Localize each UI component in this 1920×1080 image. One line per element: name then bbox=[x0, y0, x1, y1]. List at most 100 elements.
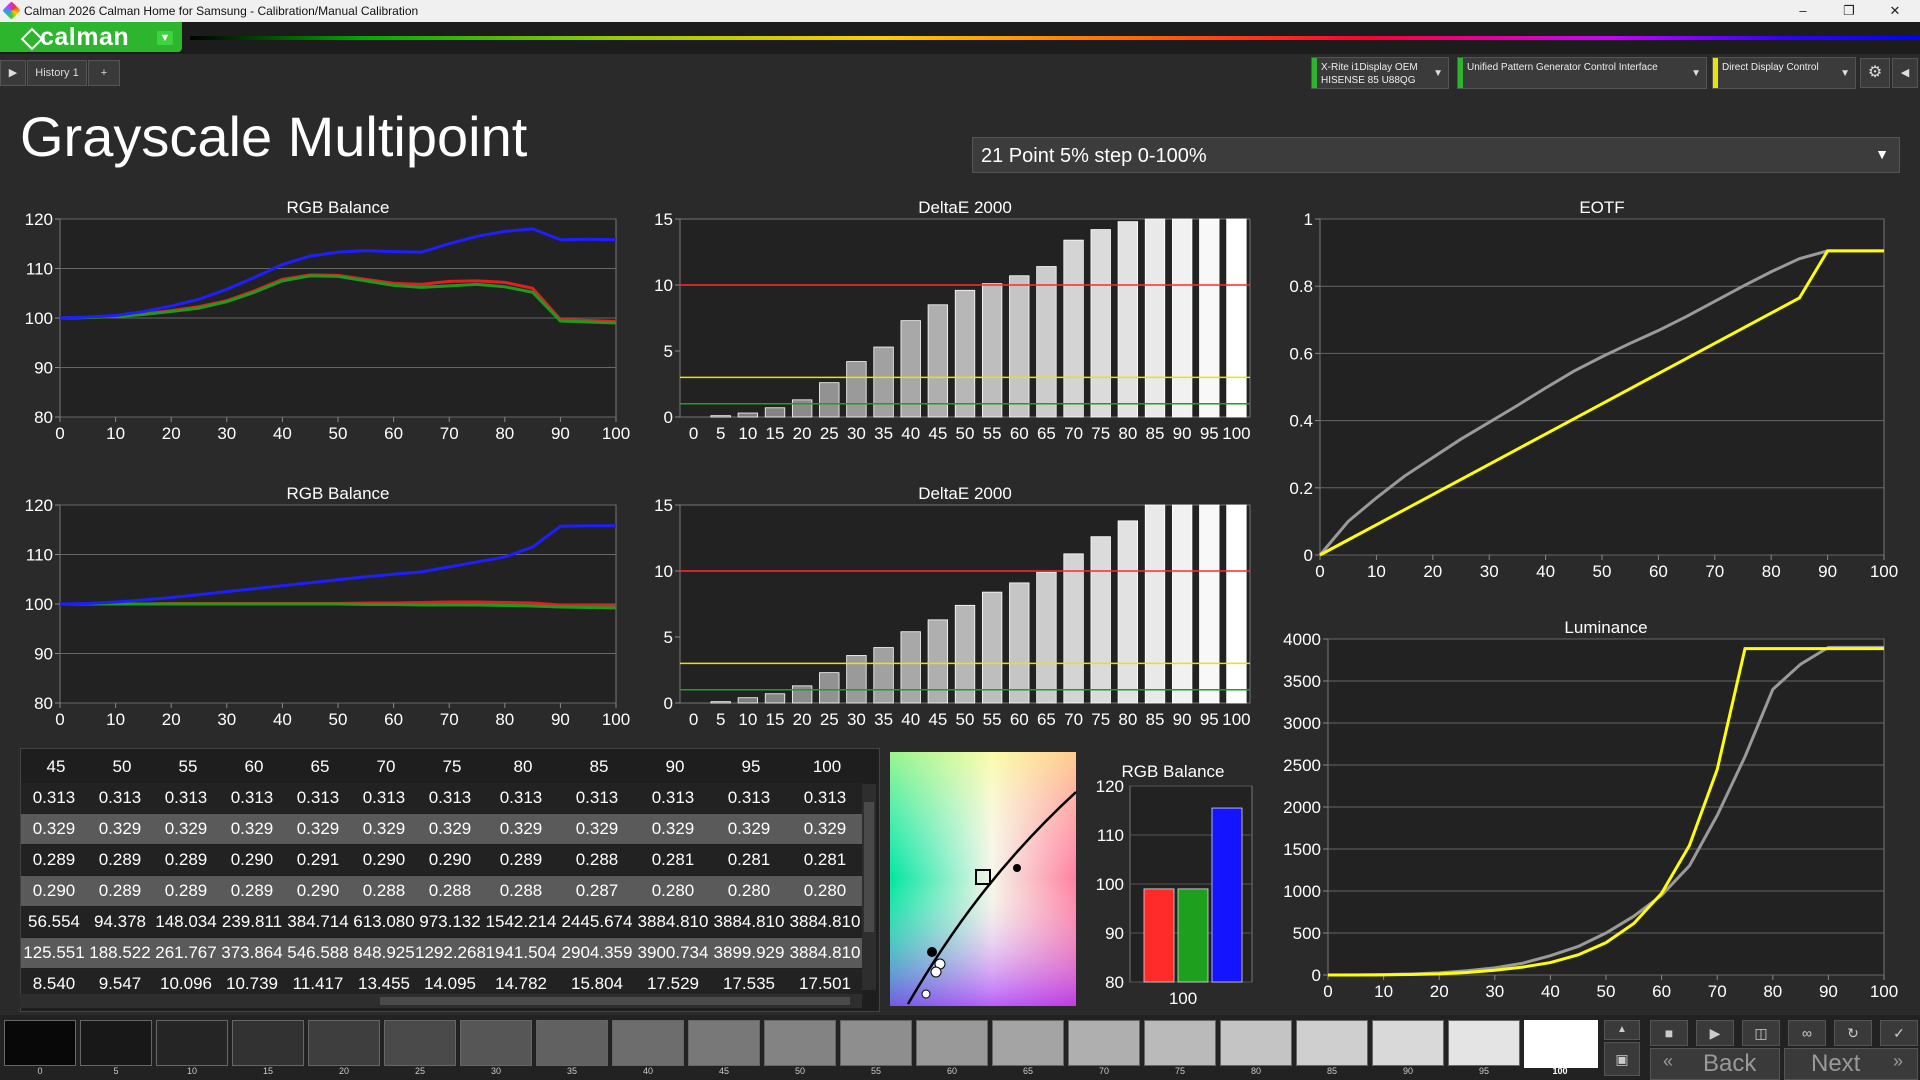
x-tick-label: 85 bbox=[1146, 424, 1165, 443]
patch-label: 80 bbox=[1250, 1066, 1261, 1076]
table-cell: 0.288 bbox=[499, 881, 543, 900]
patch-swatch[interactable] bbox=[1448, 1020, 1520, 1066]
table-vertical-scrollbar[interactable] bbox=[862, 784, 876, 990]
y-tick-label: 0 bbox=[664, 408, 673, 427]
check-icon[interactable]: ✓ bbox=[1880, 1020, 1918, 1046]
refresh-icon[interactable]: ↻ bbox=[1834, 1020, 1872, 1046]
rgb-bar-b bbox=[1211, 807, 1243, 983]
scroll-up-icon[interactable]: ▲ bbox=[1604, 1020, 1640, 1040]
x-tick-label: 55 bbox=[983, 710, 1002, 729]
add-tab-button[interactable]: + bbox=[88, 60, 120, 86]
x-tick-label: 30 bbox=[847, 424, 866, 443]
back-button[interactable]: « Back bbox=[1650, 1048, 1780, 1080]
table-row[interactable]: 0.290 0.289 0.289 0.289 0.290 0.288 0.288 0.288… bbox=[21, 876, 863, 906]
measured-point bbox=[930, 966, 942, 978]
deltae-chart-2: DeltaE 20000510150 5 10 15 20 25 30 35 40 45 50 55 6… bbox=[654, 484, 1251, 729]
table-horizontal-scrollbar[interactable] bbox=[20, 994, 862, 1008]
record-icon[interactable]: ▣ bbox=[1604, 1042, 1640, 1076]
patch-swatch[interactable] bbox=[764, 1020, 836, 1066]
patch-swatch[interactable] bbox=[688, 1020, 760, 1066]
x-tick-label: 60 bbox=[1652, 982, 1671, 1001]
x-tick-label: 40 bbox=[1541, 982, 1560, 1001]
settings-gear-icon[interactable]: ⚙ bbox=[1860, 58, 1890, 88]
patch-swatch[interactable] bbox=[1296, 1020, 1368, 1066]
chevron-down-icon: ▼ bbox=[1840, 68, 1850, 79]
collapse-icon[interactable]: ◀ bbox=[1892, 58, 1918, 88]
table-cell: 10.096 bbox=[160, 974, 212, 993]
patch-swatch[interactable] bbox=[1220, 1020, 1292, 1066]
table-cell: 373.864 bbox=[221, 943, 283, 962]
chevron-down-icon[interactable]: ▼ bbox=[157, 31, 173, 45]
pattern-generator-selector[interactable]: Unified Pattern Generator Control Interf… bbox=[1457, 57, 1707, 89]
patch-swatch[interactable] bbox=[916, 1020, 988, 1066]
chart-title: Luminance bbox=[1564, 618, 1647, 637]
patch-label: 50 bbox=[794, 1066, 805, 1076]
x-tick-label: 15 bbox=[766, 710, 785, 729]
table-row[interactable]: 0.313 0.313 0.313 0.313 0.313 0.313 0.313 0.313… bbox=[21, 783, 863, 813]
table-cell: 0.280 bbox=[803, 881, 847, 900]
column-header: 70 bbox=[376, 757, 396, 776]
next-button[interactable]: Next » bbox=[1784, 1048, 1918, 1080]
table-cell: 0.281 bbox=[803, 850, 847, 869]
deltae-bar bbox=[710, 701, 731, 704]
patch-swatch[interactable] bbox=[308, 1020, 380, 1066]
table-cell: 148.034 bbox=[155, 912, 217, 931]
patch-swatch[interactable] bbox=[1372, 1020, 1444, 1066]
patch-swatch[interactable] bbox=[1144, 1020, 1216, 1066]
patch-swatch[interactable] bbox=[1524, 1020, 1598, 1068]
window-title: Calman 2026 Calman Home for Samsung - Ca… bbox=[24, 4, 419, 18]
loop-icon[interactable]: ∞ bbox=[1788, 1020, 1826, 1046]
y-tick-label: 5 bbox=[664, 342, 673, 361]
scrollbar-thumb[interactable] bbox=[864, 802, 874, 932]
table-cell: 0.281 bbox=[727, 850, 771, 869]
meter-selector[interactable]: X-Rite i1Display OEM HISENSE 85 U88QG ▼ bbox=[1311, 57, 1449, 89]
patch-swatch[interactable] bbox=[840, 1020, 912, 1066]
preset-select[interactable]: 21 Point 5% step 0-100% ▼ bbox=[972, 137, 1900, 173]
x-tick-label: 20 bbox=[162, 424, 181, 443]
play-icon[interactable]: ▶ bbox=[0, 60, 26, 86]
patch-swatch[interactable] bbox=[460, 1020, 532, 1066]
tab-history-1[interactable]: History 1 bbox=[27, 60, 87, 86]
table-cell: 0.313 bbox=[428, 788, 472, 807]
scrollbar-thumb[interactable] bbox=[380, 997, 850, 1005]
patch-swatch[interactable] bbox=[536, 1020, 608, 1066]
eotf-chart: EOTF00.20.40.60.810 10 20 30 40 50 60 70 80 90 100 bbox=[1289, 198, 1898, 581]
rgb-balance-bar-chart: RGB Balance 80 90 100 110 120 100 bbox=[1096, 762, 1253, 1008]
column-header: 50 bbox=[112, 757, 132, 776]
stop-icon[interactable]: ■ bbox=[1650, 1020, 1688, 1046]
patch-swatch[interactable] bbox=[4, 1020, 76, 1066]
patch-swatch[interactable] bbox=[156, 1020, 228, 1066]
maximize-icon[interactable]: ❐ bbox=[1826, 0, 1872, 22]
column-header: 55 bbox=[178, 757, 198, 776]
deltae-bar bbox=[873, 346, 894, 418]
play-icon[interactable]: ▶ bbox=[1696, 1020, 1734, 1046]
table-row[interactable]: 0.289 0.289 0.289 0.290 0.291 0.290 0.290 0.289… bbox=[21, 845, 863, 875]
display-selector[interactable]: Direct Display Control ▼ bbox=[1712, 57, 1856, 89]
table-row[interactable]: 56.554 94.378 148.034 239.811 384.714 613.080… bbox=[21, 907, 863, 937]
chart-title: EOTF bbox=[1579, 198, 1624, 217]
patch-swatch[interactable] bbox=[612, 1020, 684, 1066]
patch-swatch[interactable] bbox=[992, 1020, 1064, 1066]
x-tick-label: 100 bbox=[1222, 710, 1250, 729]
table-cell: 0.329 bbox=[296, 819, 340, 838]
chart-title: DeltaE 2000 bbox=[918, 484, 1012, 503]
patch-swatch[interactable] bbox=[1068, 1020, 1140, 1066]
deltae-bar bbox=[764, 693, 786, 704]
patch-swatch[interactable] bbox=[232, 1020, 304, 1066]
table-row[interactable]: 125.551 188.522 261.767 373.864 546.588 848.9… bbox=[21, 938, 863, 968]
minimize-icon[interactable]: – bbox=[1780, 0, 1826, 22]
close-icon[interactable]: ✕ bbox=[1872, 0, 1918, 22]
patch-label: 30 bbox=[490, 1066, 501, 1076]
calman-logo-menu[interactable]: calman ▼ bbox=[0, 22, 182, 52]
table-cell: 546.588 bbox=[287, 943, 349, 962]
y-tick-label: 10 bbox=[654, 276, 673, 295]
table-row[interactable]: 0.329 0.329 0.329 0.329 0.329 0.329 0.329 0.329… bbox=[21, 814, 863, 844]
x-tick-label: 10 bbox=[1367, 562, 1386, 581]
table-cell: 0.313 bbox=[230, 788, 274, 807]
x-tick-label: 90 bbox=[551, 710, 570, 729]
y-tick-label: 80 bbox=[34, 694, 53, 713]
patch-swatch[interactable] bbox=[80, 1020, 152, 1066]
patch-swatch[interactable] bbox=[384, 1020, 456, 1066]
table-cell: 0.313 bbox=[727, 788, 771, 807]
save-icon[interactable]: ◫ bbox=[1742, 1020, 1780, 1046]
